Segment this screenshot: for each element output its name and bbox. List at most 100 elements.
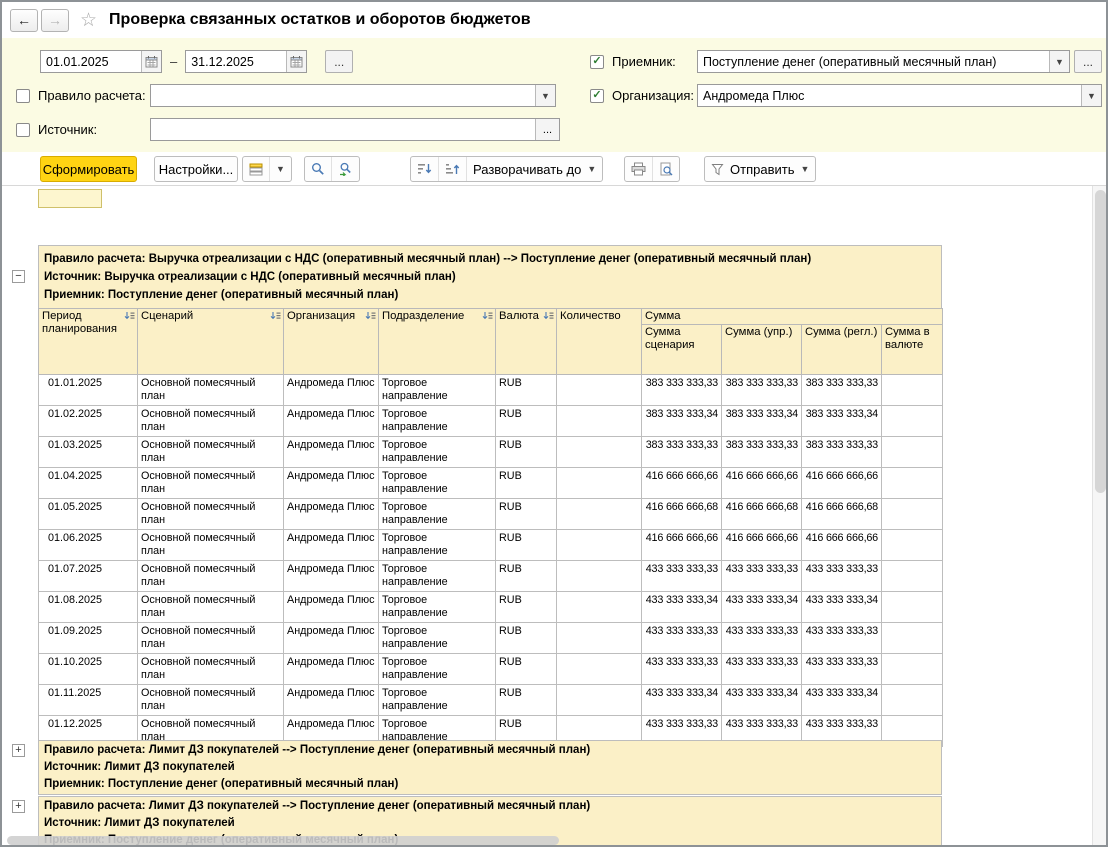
table-cell[interactable]: 433 333 333,33 [802,561,882,592]
table-cell[interactable] [557,654,642,685]
report-variants-dropdown[interactable]: ▼ [269,157,291,181]
column-header-organization[interactable]: Организация [284,309,379,375]
table-cell[interactable]: 01.08.2025 [39,592,138,623]
table-cell[interactable]: 416 666 666,66 [802,530,882,561]
table-cell[interactable]: Основной помесячный план [138,530,284,561]
table-cell[interactable]: RUB [496,561,557,592]
table-cell[interactable]: Торговое направление [379,623,496,654]
calendar-button-to[interactable] [286,51,306,72]
table-cell[interactable]: Торговое направление [379,437,496,468]
table-cell[interactable]: Торговое направление [379,654,496,685]
table-cell[interactable]: 383 333 333,34 [802,406,882,437]
sort-icon[interactable] [482,311,493,321]
group-header[interactable]: Правило расчета: Лимит ДЗ покупателей --… [38,740,942,795]
table-cell[interactable]: Андромеда Плюс [284,685,379,716]
table-cell[interactable]: 01.04.2025 [39,468,138,499]
table-cell[interactable]: Андромеда Плюс [284,437,379,468]
table-cell[interactable]: Основной помесячный план [138,623,284,654]
table-cell[interactable]: Андромеда Плюс [284,530,379,561]
column-header-sum-currency[interactable]: Сумма в валюте [882,325,943,375]
horizontal-scrollbar[interactable] [4,835,1090,847]
table-cell[interactable]: 383 333 333,34 [722,406,802,437]
organization-value[interactable]: Андромеда Плюс [698,85,1081,106]
table-cell[interactable] [557,592,642,623]
table-cell[interactable] [557,375,642,406]
column-header-quantity[interactable]: Количество [557,309,642,375]
table-cell[interactable]: RUB [496,623,557,654]
table-cell[interactable]: 433 333 333,33 [802,654,882,685]
table-cell[interactable]: 433 333 333,34 [802,592,882,623]
sort-descending-button[interactable] [411,157,438,181]
horizontal-scroll-thumb[interactable] [7,836,559,845]
chevron-down-icon[interactable]: ▼ [535,85,555,106]
table-cell[interactable] [882,437,943,468]
back-button[interactable]: ← [10,9,38,32]
table-cell[interactable]: 433 333 333,34 [802,685,882,716]
table-cell[interactable]: Андромеда Плюс [284,623,379,654]
table-cell[interactable] [557,499,642,530]
sort-icon[interactable] [543,311,554,321]
table-cell[interactable]: 416 666 666,66 [722,530,802,561]
column-header-scenario[interactable]: Сценарий [138,309,284,375]
period-from-value[interactable]: 01.01.2025 [41,51,141,72]
table-cell[interactable]: Торговое направление [379,561,496,592]
report-corner-cell[interactable] [38,189,102,208]
table-cell[interactable] [882,499,943,530]
organization-combo[interactable]: Андромеда Плюс ▼ [697,84,1102,107]
column-header-sum-regulated[interactable]: Сумма (регл.) [802,325,882,375]
receiver-value[interactable]: Поступление денег (оперативный месячный … [698,51,1049,72]
vertical-scroll-thumb[interactable] [1095,190,1106,493]
group-header[interactable]: Правило расчета: Выручка отреализации с … [38,245,942,309]
table-cell[interactable]: 416 666 666,66 [642,530,722,561]
table-cell[interactable] [882,685,943,716]
table-cell[interactable]: RUB [496,406,557,437]
table-cell[interactable]: Торговое направление [379,530,496,561]
table-cell[interactable] [557,406,642,437]
table-cell[interactable]: 01.03.2025 [39,437,138,468]
column-header-currency[interactable]: Валюта [496,309,557,375]
table-cell[interactable]: Основной помесячный план [138,437,284,468]
table-cell[interactable]: Основной помесячный план [138,468,284,499]
table-cell[interactable] [882,561,943,592]
table-cell[interactable]: RUB [496,499,557,530]
table-cell[interactable]: Основной помесячный план [138,592,284,623]
table-cell[interactable]: Торговое направление [379,406,496,437]
table-cell[interactable]: 383 333 333,33 [722,375,802,406]
print-button[interactable] [625,157,652,181]
period-more-button[interactable]: ... [325,50,353,73]
sort-ascending-button[interactable] [438,157,466,181]
table-cell[interactable] [882,592,943,623]
expand-to-button[interactable]: Разворачивать до ▼ [466,157,602,181]
receiver-checkbox[interactable] [590,55,604,69]
receiver-combo[interactable]: Поступление денег (оперативный месячный … [697,50,1070,73]
favorite-star-icon[interactable]: ☆ [80,9,97,32]
source-value[interactable] [151,119,535,140]
chevron-down-icon[interactable]: ▼ [1081,85,1101,106]
column-header-sum-scenario[interactable]: Сумма сценария [642,325,722,375]
table-cell[interactable]: Андромеда Плюс [284,406,379,437]
table-cell[interactable] [882,468,943,499]
table-cell[interactable] [557,623,642,654]
report-variants-button[interactable] [243,157,269,181]
table-cell[interactable]: 433 333 333,33 [722,561,802,592]
table-cell[interactable]: 01.05.2025 [39,499,138,530]
table-cell[interactable]: 416 666 666,66 [722,468,802,499]
table-cell[interactable]: 01.07.2025 [39,561,138,592]
table-cell[interactable]: Андромеда Плюс [284,592,379,623]
table-cell[interactable]: Андромеда Плюс [284,499,379,530]
receiver-more-button[interactable]: ... [1074,50,1102,73]
settings-button[interactable]: Настройки... [154,156,238,182]
table-cell[interactable] [557,561,642,592]
period-from-field[interactable]: 01.01.2025 [40,50,162,73]
table-cell[interactable]: 433 333 333,34 [642,592,722,623]
table-cell[interactable]: Основной помесячный план [138,685,284,716]
table-cell[interactable]: 383 333 333,34 [642,406,722,437]
table-cell[interactable]: 433 333 333,33 [802,623,882,654]
column-header-sum-group[interactable]: Сумма [642,309,943,325]
table-cell[interactable]: 416 666 666,66 [642,468,722,499]
table-cell[interactable] [882,654,943,685]
table-cell[interactable]: RUB [496,530,557,561]
table-cell[interactable]: Андромеда Плюс [284,375,379,406]
table-cell[interactable]: Андромеда Плюс [284,561,379,592]
table-cell[interactable]: Основной помесячный план [138,561,284,592]
